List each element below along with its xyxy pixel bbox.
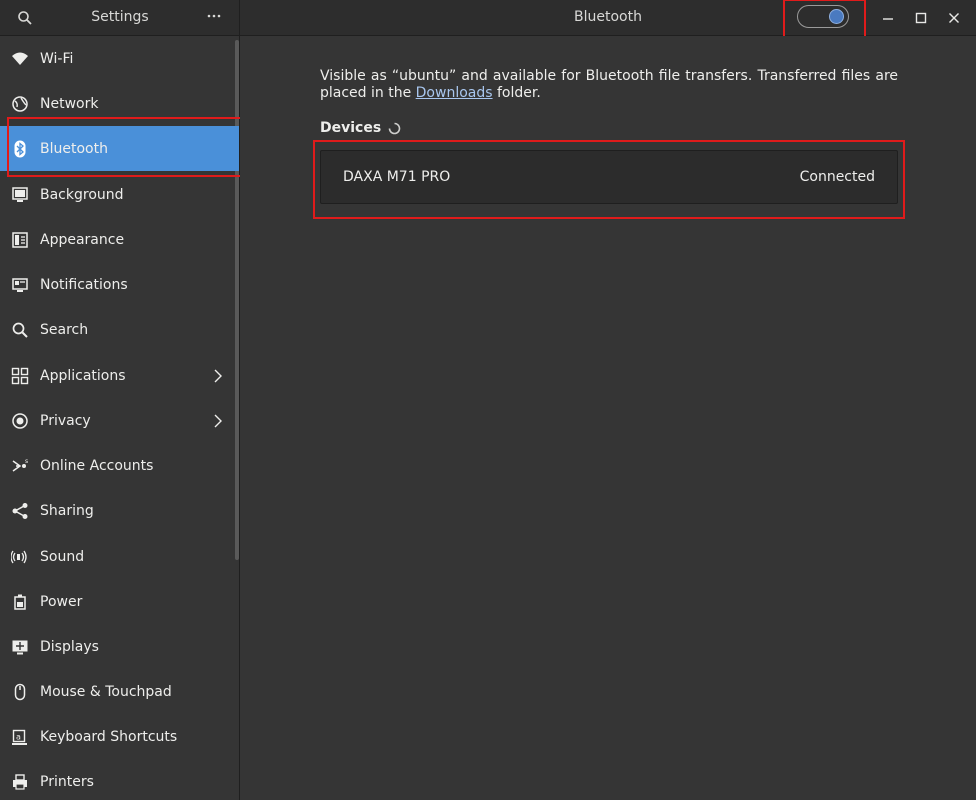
sidebar-item-label: Displays	[40, 638, 99, 655]
mouse-icon	[11, 683, 29, 701]
network-icon	[11, 95, 29, 113]
sidebar-item-network[interactable]: Network	[0, 81, 239, 126]
sidebar: Wi-Fi Network Bluetooth Background Appea…	[0, 36, 240, 800]
sidebar-item-printers[interactable]: Printers	[0, 759, 239, 800]
search-icon[interactable]	[17, 10, 33, 26]
visibility-description: Visible as “ubuntu” and available for Bl…	[320, 68, 898, 102]
sidebar-item-applications[interactable]: Applications	[0, 353, 239, 398]
sidebar-item-label: Search	[40, 321, 89, 338]
sharing-icon	[11, 502, 29, 520]
device-status: Connected	[799, 169, 875, 185]
device-list: DAXA M71 PRO Connected	[320, 150, 898, 204]
sidebar-header: Settings	[0, 0, 240, 36]
sidebar-item-bluetooth[interactable]: Bluetooth	[0, 126, 239, 171]
devices-heading: Devices	[320, 120, 382, 136]
sidebar-item-wifi[interactable]: Wi-Fi	[0, 36, 239, 81]
sidebar-item-label: Printers	[40, 773, 94, 790]
notifications-icon	[11, 276, 29, 294]
minimize-icon	[883, 18, 893, 20]
sidebar-item-label: Privacy	[40, 412, 91, 429]
power-icon	[11, 593, 29, 611]
menu-icon[interactable]	[204, 8, 224, 26]
displays-icon	[11, 638, 29, 656]
maximize-button[interactable]	[911, 8, 931, 28]
svg-text:a: a	[16, 732, 21, 741]
sidebar-item-keyboard-shortcuts[interactable]: a Keyboard Shortcuts	[0, 714, 239, 759]
sidebar-item-label: Appearance	[40, 231, 125, 248]
sidebar-item-notifications[interactable]: Notifications	[0, 262, 239, 307]
chevron-right-icon	[211, 414, 225, 428]
bluetooth-toggle[interactable]	[797, 5, 849, 28]
wifi-icon	[11, 50, 29, 68]
sidebar-item-label: Sharing	[40, 502, 94, 519]
sound-icon	[11, 548, 29, 566]
sidebar-item-label: Wi-Fi	[40, 50, 74, 67]
sidebar-item-label: Applications	[40, 367, 126, 384]
sidebar-item-sound[interactable]: Sound	[0, 534, 239, 579]
online-accounts-icon: s	[11, 457, 29, 475]
sidebar-item-online-accounts[interactable]: s Online Accounts	[0, 443, 239, 488]
sidebar-item-label: Bluetooth	[40, 140, 108, 157]
sidebar-item-label: Notifications	[40, 276, 128, 293]
sidebar-item-label: Background	[40, 186, 124, 203]
close-icon	[949, 13, 959, 23]
search-icon	[11, 321, 29, 339]
printer-icon	[11, 773, 29, 791]
sidebar-item-privacy[interactable]: Privacy	[0, 398, 239, 443]
toggle-knob	[829, 9, 844, 24]
minimize-button[interactable]	[878, 8, 898, 28]
page-title: Bluetooth	[574, 9, 642, 25]
sidebar-item-displays[interactable]: Displays	[0, 624, 239, 669]
svg-text:s: s	[25, 458, 28, 465]
privacy-icon	[11, 412, 29, 430]
sidebar-item-label: Keyboard Shortcuts	[40, 728, 178, 745]
sidebar-item-search[interactable]: Search	[0, 307, 239, 352]
sidebar-item-label: Power	[40, 593, 83, 610]
device-name: DAXA M71 PRO	[343, 169, 451, 185]
main-header: Bluetooth	[240, 0, 976, 38]
sidebar-item-label: Network	[40, 95, 99, 112]
spinner-icon	[388, 122, 401, 135]
bluetooth-icon	[11, 140, 29, 158]
sidebar-item-background[interactable]: Background	[0, 172, 239, 217]
sidebar-item-mouse-touchpad[interactable]: Mouse & Touchpad	[0, 669, 239, 714]
device-row[interactable]: DAXA M71 PRO Connected	[321, 151, 897, 203]
sidebar-item-power[interactable]: Power	[0, 579, 239, 624]
close-button[interactable]	[944, 8, 964, 28]
downloads-link[interactable]: Downloads	[416, 85, 493, 101]
description-text: Visible as “ubuntu” and available for Bl…	[320, 68, 898, 101]
chevron-right-icon	[211, 369, 225, 383]
description-text-end: folder.	[492, 85, 541, 101]
applications-icon	[11, 367, 29, 385]
sidebar-item-appearance[interactable]: Appearance	[0, 217, 239, 262]
sidebar-item-label: Sound	[40, 548, 85, 565]
sidebar-item-label: Mouse & Touchpad	[40, 683, 172, 700]
sidebar-item-label: Online Accounts	[40, 457, 154, 474]
maximize-icon	[915, 12, 927, 24]
sidebar-item-sharing[interactable]: Sharing	[0, 488, 239, 533]
keyboard-icon: a	[11, 728, 29, 746]
main-content: Visible as “ubuntu” and available for Bl…	[240, 36, 976, 800]
background-icon	[11, 186, 29, 204]
appearance-icon	[11, 231, 29, 249]
